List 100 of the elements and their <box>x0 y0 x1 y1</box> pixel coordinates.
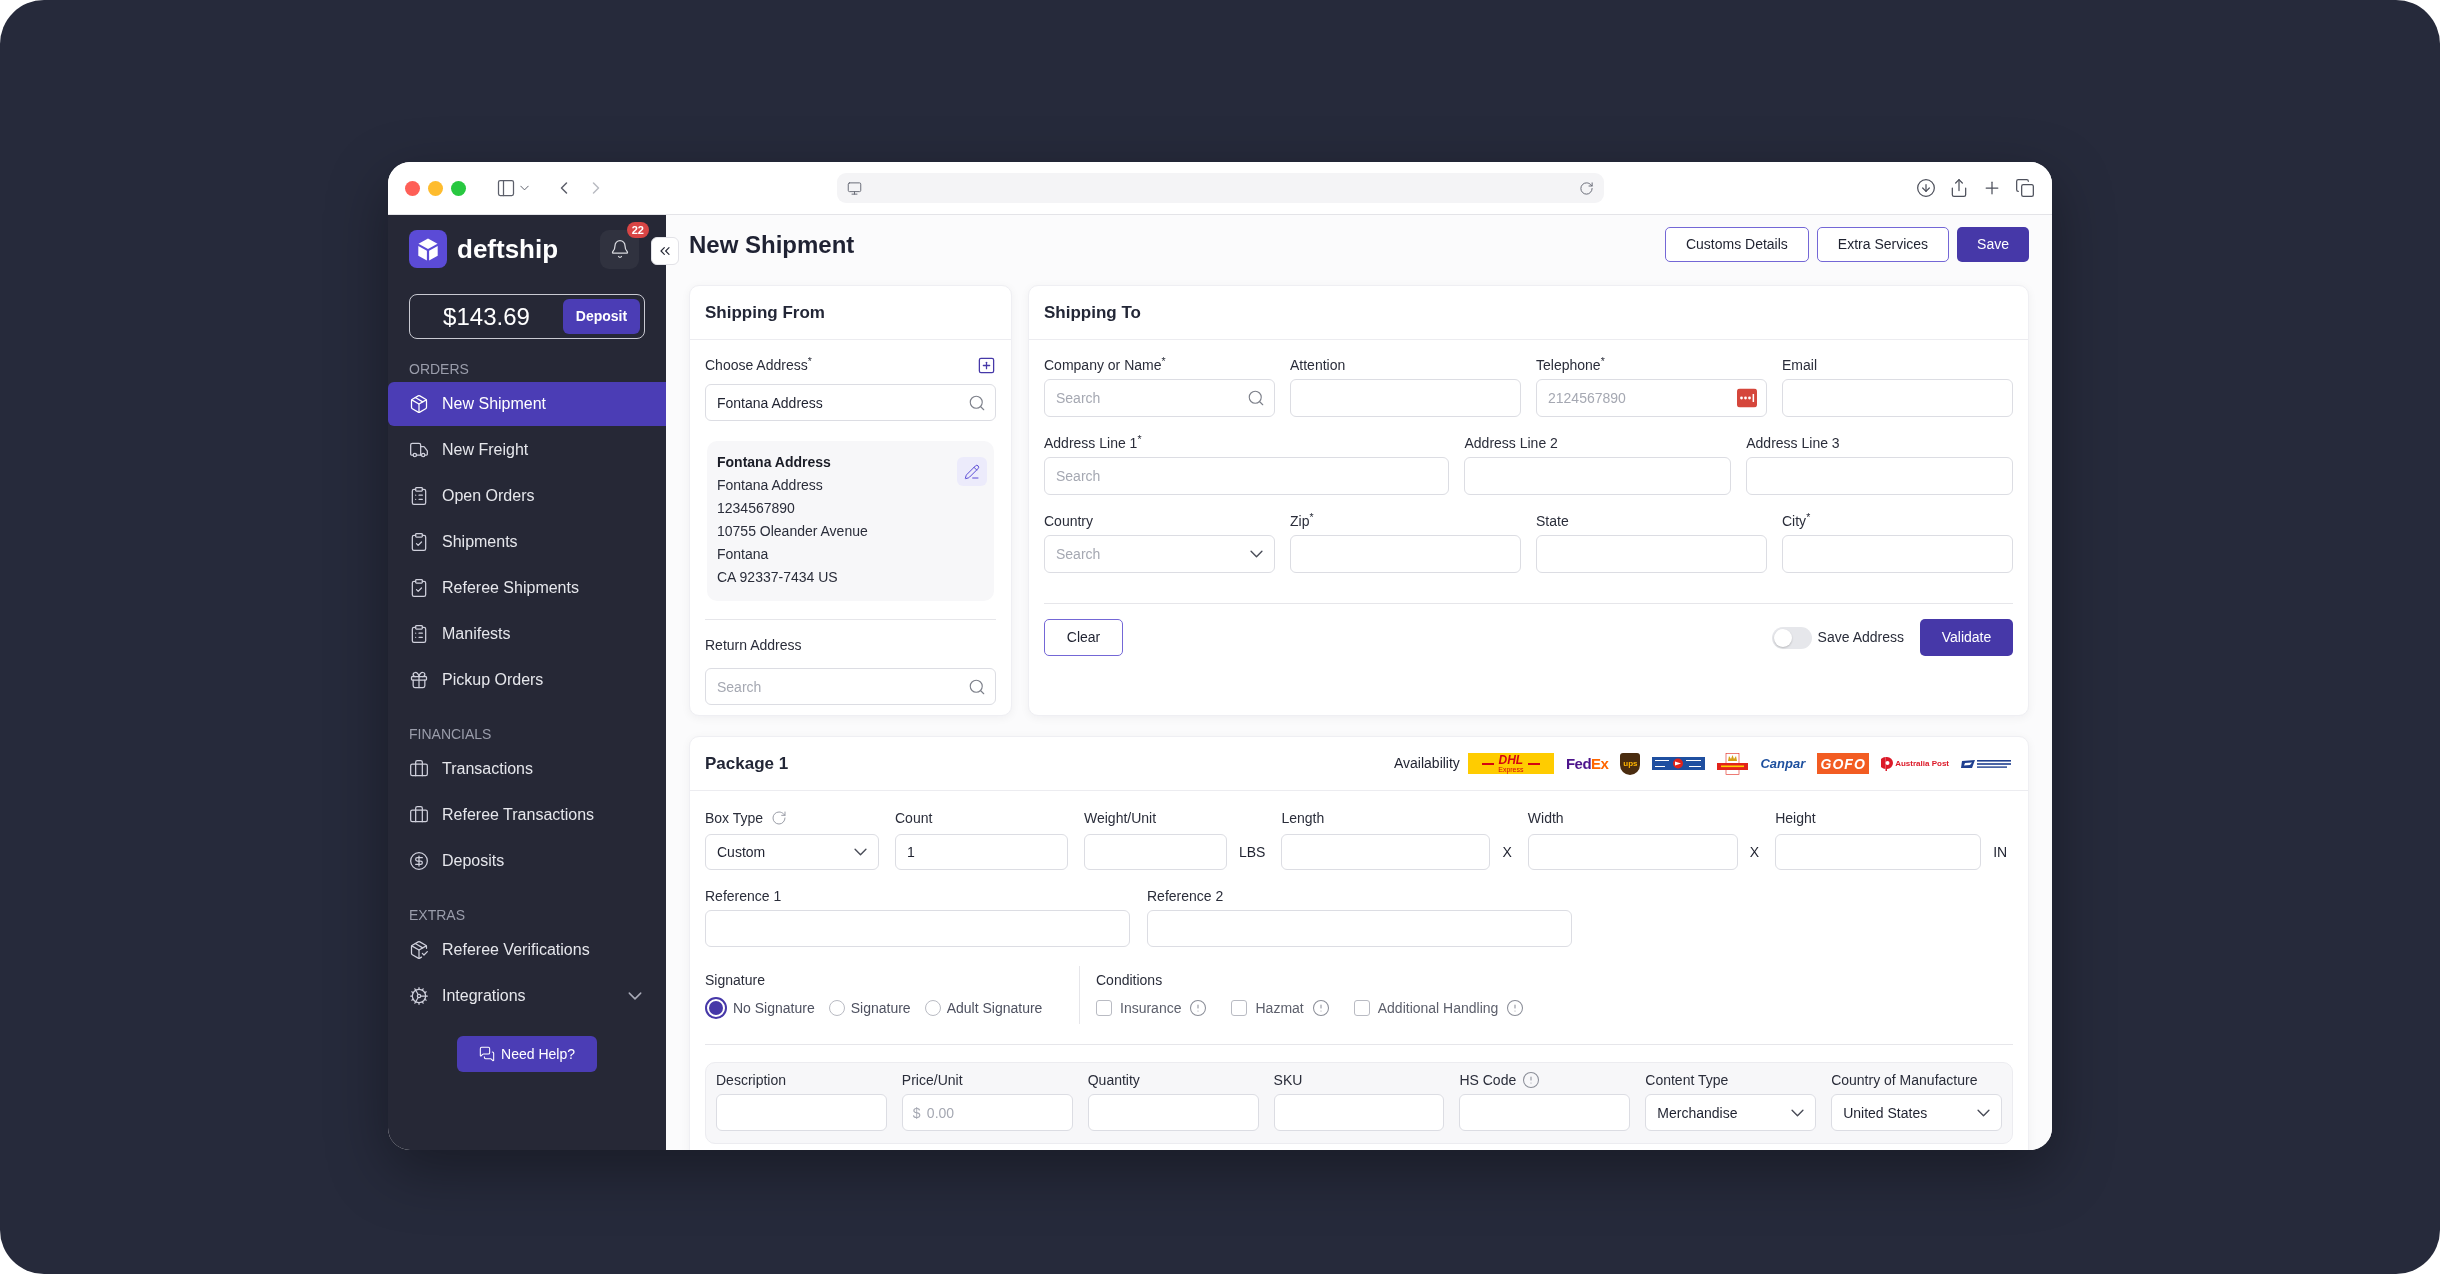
sidebar-item[interactable]: Referee Verifications <box>388 928 666 972</box>
input-field[interactable] <box>1281 834 1491 870</box>
input-field[interactable] <box>1782 535 2013 573</box>
sidebar-item[interactable]: Transactions <box>388 747 666 791</box>
input-field[interactable] <box>705 910 1130 947</box>
phone-field[interactable]: 2124567890 <box>1536 379 1767 417</box>
carrier-logo: Australia Post <box>1895 758 1949 769</box>
radio-button[interactable] <box>828 1000 845 1016</box>
validate-button[interactable]: Validate <box>1920 619 2013 656</box>
input-field[interactable] <box>1273 1094 1445 1131</box>
dropdown-field[interactable]: Merchandise <box>1645 1094 1817 1131</box>
sidebar-item[interactable]: Open Orders <box>388 474 666 518</box>
carrier-logo-icon <box>1961 757 2013 770</box>
tabs-overview-icon[interactable] <box>2015 178 2035 198</box>
checkbox[interactable] <box>1096 1000 1112 1016</box>
dropdown-field[interactable]: Search <box>1044 535 1275 573</box>
download-icon[interactable] <box>1916 178 1936 198</box>
radio-label: Signature <box>850 998 911 1018</box>
toggle-switch[interactable] <box>1771 626 1812 649</box>
search-field[interactable]: Search <box>1044 379 1275 417</box>
address-name: Fontana Address <box>717 453 832 472</box>
radio-button[interactable] <box>924 1000 941 1016</box>
address-select-field[interactable]: Fontana Address <box>705 384 996 421</box>
plus-square-icon[interactable] <box>977 355 996 375</box>
collapse-sidebar-button[interactable] <box>651 237 679 265</box>
input-field[interactable] <box>1290 535 1521 573</box>
sidebar-item[interactable]: Shipments <box>388 520 666 564</box>
dollar-coin-icon <box>409 851 429 871</box>
input-field[interactable] <box>1782 379 2013 417</box>
reload-icon[interactable] <box>1579 180 1594 196</box>
edit-button[interactable] <box>957 457 987 486</box>
input-field[interactable] <box>1746 457 2013 495</box>
section-heading: EXTRAS <box>409 905 465 925</box>
deposit-button[interactable]: Deposit <box>563 299 640 334</box>
box-check-icon <box>409 940 429 960</box>
card-title: Shipping To <box>1044 301 1141 324</box>
input-field[interactable] <box>1527 834 1738 870</box>
address-line: Fontana Address <box>717 476 824 495</box>
chevron-down-icon[interactable] <box>628 992 642 1000</box>
dropdown-field[interactable]: United States <box>1831 1094 2002 1131</box>
exclamation-circle-icon[interactable] <box>1189 999 1208 1017</box>
input-field[interactable] <box>1459 1094 1631 1131</box>
checkbox-label: Insurance <box>1120 998 1182 1018</box>
truck-icon <box>409 440 429 460</box>
section-heading: FINANCIALS <box>409 724 492 744</box>
brand-name: deftship <box>457 234 559 264</box>
window-maximize-icon[interactable] <box>451 180 466 196</box>
input-field[interactable] <box>1464 457 1732 495</box>
sidebar-item[interactable]: New Shipment <box>388 382 666 426</box>
radio-button[interactable] <box>705 997 727 1019</box>
input-field[interactable] <box>1147 910 1572 947</box>
exclamation-circle-icon[interactable] <box>1311 999 1330 1017</box>
field-label: Width <box>1527 809 1564 828</box>
window-minimize-icon[interactable] <box>428 180 443 196</box>
search-field[interactable]: Search <box>705 668 996 705</box>
field-label: Return Address <box>705 636 802 655</box>
carrier-mark-icon <box>1881 756 1894 771</box>
suffix-label: X <box>1749 842 1760 862</box>
suffix-label: IN <box>1993 842 2008 862</box>
address-line: 1234567890 <box>717 499 796 518</box>
checkbox[interactable] <box>1353 1000 1370 1016</box>
action-button[interactable]: Extra Services <box>1816 227 1950 262</box>
sidebar-panel-icon[interactable] <box>496 178 516 198</box>
cube-logo-icon[interactable] <box>409 230 447 268</box>
refresh-icon[interactable] <box>771 810 788 826</box>
radio-label: No Signature <box>733 998 815 1018</box>
input-field[interactable] <box>1775 834 1982 870</box>
action-button[interactable]: Save <box>1957 227 2029 262</box>
action-button[interactable]: Customs Details <box>1664 227 1809 262</box>
input-field[interactable]: 1 <box>895 834 1068 870</box>
field-label: Telephone$^{*}$ <box>1536 355 1605 375</box>
exclamation-circle-icon[interactable] <box>1506 999 1525 1017</box>
column-header: SKU <box>1273 1071 1303 1090</box>
toggle-label: Save Address <box>1817 628 1904 647</box>
input-field[interactable]: Search <box>1044 457 1450 495</box>
pencil-icon <box>964 463 980 480</box>
input-field[interactable] <box>1290 379 1521 417</box>
input-field[interactable] <box>716 1094 887 1131</box>
sidebar-item[interactable]: New Freight <box>388 428 666 472</box>
field-label: Company or Name$^{*}$ <box>1044 355 1166 375</box>
checkbox[interactable] <box>1231 1000 1248 1016</box>
share-icon[interactable] <box>1949 178 1969 198</box>
sidebar-item[interactable]: Referee Shipments <box>388 566 666 610</box>
input-field[interactable] <box>1084 834 1227 870</box>
sidebar-item[interactable]: Manifests <box>388 612 666 656</box>
address-line: 10755 Oleander Avenue <box>717 522 868 541</box>
window-close-icon[interactable] <box>405 180 420 196</box>
sidebar-item[interactable]: Pickup Orders <box>388 658 666 702</box>
help-button[interactable]: Need Help? <box>457 1036 597 1072</box>
sidebar-item[interactable]: Referee Transactions <box>388 793 666 837</box>
column-header: Description <box>716 1071 787 1090</box>
input-field[interactable] <box>1087 1094 1259 1131</box>
sidebar-item[interactable]: Deposits <box>388 839 666 883</box>
search-icon <box>1247 389 1265 407</box>
exclamation-circle-icon[interactable] <box>1522 1071 1541 1089</box>
clear-button[interactable]: Clear <box>1044 619 1123 656</box>
sidebar-item[interactable]: Integrations <box>388 974 666 1018</box>
dropdown-field[interactable]: Custom <box>705 834 879 870</box>
input-field[interactable] <box>1536 535 1767 573</box>
checkbox-label: Hazmat <box>1255 998 1304 1018</box>
